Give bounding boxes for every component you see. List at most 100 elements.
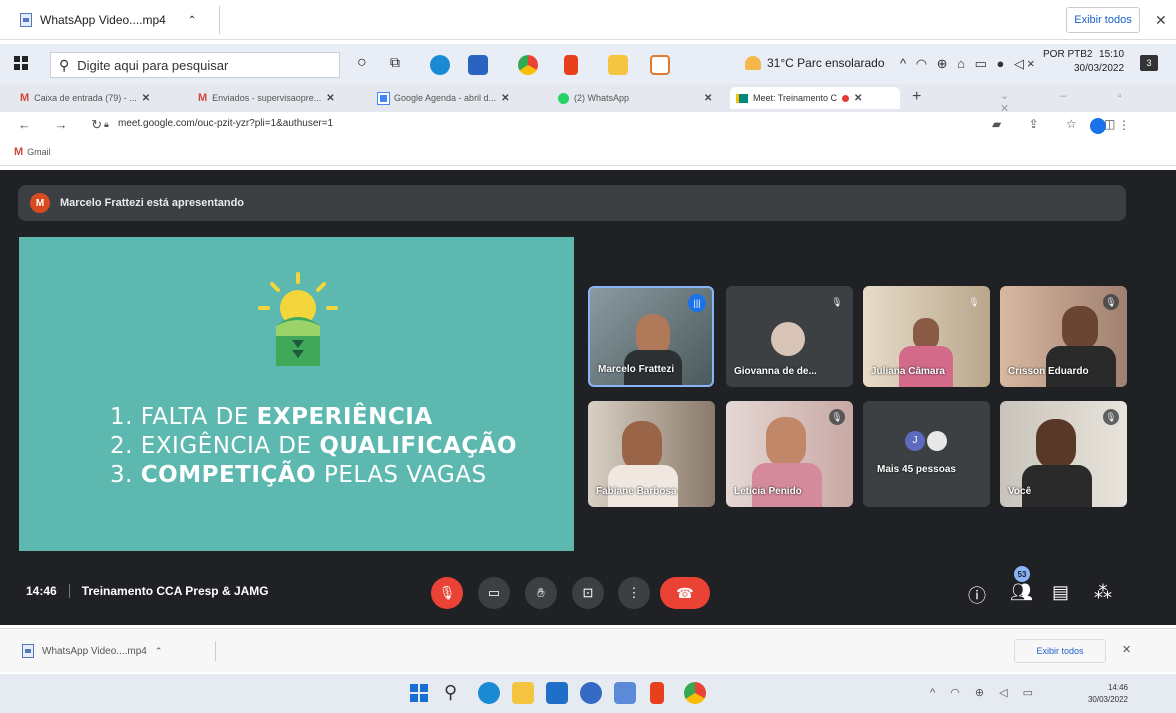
people-icon[interactable]: 👥︎ <box>1010 582 1033 603</box>
close-download-bar-button[interactable]: ✕ <box>1122 643 1131 656</box>
participant-avatar <box>927 431 947 451</box>
participant-tile[interactable]: 🎙︎ Leticia Penido <box>726 401 853 507</box>
bookmark-gmail[interactable]: M Gmail <box>14 146 51 158</box>
download-item[interactable]: WhatsApp Video....mp4 ⌃ <box>14 6 220 34</box>
weather-widget[interactable]: 31°C Parc ensolarado <box>745 56 885 70</box>
slide-item-1: 1. FALTA DE EXPERIÊNCIA <box>110 404 433 430</box>
profile-avatar[interactable] <box>1090 118 1106 134</box>
weather-icon <box>745 56 761 70</box>
chevron-up-icon[interactable]: ⌃ <box>155 646 163 657</box>
windows-start-icon[interactable] <box>14 56 28 70</box>
participant-name: Juliana Câmara <box>871 366 945 377</box>
gmail-icon: M <box>198 92 208 104</box>
phone-hangup-icon: ☎︎ <box>676 584 694 601</box>
menu-icon[interactable]: ⋮ <box>1118 118 1130 132</box>
raise-hand-button[interactable]: ✋︎ <box>525 577 557 609</box>
participant-name: Crisson Eduardo <box>1008 366 1089 377</box>
close-download-bar-button[interactable]: ✕ <box>1155 12 1167 29</box>
bookmarks-bar <box>0 142 1176 166</box>
slide-list: 1. FALTA DE EXPERIÊNCIA 2. EXIGÊNCIA DE … <box>110 403 517 490</box>
divider <box>68 584 70 598</box>
tab-whatsapp[interactable]: (2) WhatsApp ✕ <box>552 87 722 109</box>
tab-google-calendar[interactable]: Google Agenda - abril d... ✕ <box>372 87 544 109</box>
cortana-icon[interactable]: ○ <box>357 54 367 72</box>
participant-name: Você <box>1008 486 1032 497</box>
office-icon[interactable] <box>564 55 578 75</box>
meeting-details-icon[interactable]: ⓘ <box>968 582 986 608</box>
clock-date: 30/03/2022 <box>1074 63 1125 74</box>
chat-icon[interactable]: ▤ <box>1052 582 1069 603</box>
tab-gmail-inbox[interactable]: M Caixa de entrada (79) - ... ✕ <box>14 87 184 109</box>
clock-time: 15:10 <box>1099 49 1125 60</box>
participant-name: Marcelo Frattezi <box>598 364 675 375</box>
tab-label: Caixa de entrada (79) - ... <box>34 93 137 103</box>
participant-name: Leticia Penido <box>734 486 802 497</box>
slide-item-2: 2. EXIGÊNCIA DE QUALIFICAÇÃO <box>110 433 518 459</box>
task-view-icon[interactable]: ⧉ <box>390 54 400 71</box>
search-icon[interactable]: ⚲ <box>444 682 457 703</box>
file-explorer-icon[interactable] <box>608 55 628 75</box>
show-all-downloads-button[interactable]: Exibir todos <box>1066 7 1140 33</box>
tab-gmail-sent[interactable]: M Enviados - supervisaopre... ✕ <box>192 87 364 109</box>
tab-label: Google Agenda - abril d... <box>394 93 497 103</box>
more-participants-tile[interactable]: J Mais 45 pessoas <box>863 401 990 507</box>
participant-avatar: J <box>905 431 925 451</box>
leave-call-button[interactable]: ☎︎ <box>660 577 710 609</box>
tab-label: (2) WhatsApp <box>574 93 630 103</box>
lock-icon[interactable]: 🔒︎ <box>104 119 109 130</box>
store-icon[interactable] <box>468 55 488 75</box>
gmail-icon: M <box>20 92 30 104</box>
app-icon[interactable] <box>580 682 602 704</box>
tab-meet[interactable]: Meet: Treinamento C ✕ <box>730 87 900 109</box>
participant-video <box>766 417 806 467</box>
show-all-downloads-button[interactable]: Exibir todos <box>1014 639 1106 663</box>
more-participants-label: Mais 45 pessoas <box>877 464 956 475</box>
office-icon[interactable] <box>650 682 664 704</box>
camera-toggle-button[interactable]: ▭ <box>478 577 510 609</box>
meeting-name: Treinamento CCA Presp & JAMG <box>81 584 269 598</box>
participant-video <box>1036 419 1076 469</box>
participant-tile[interactable]: 🎙︎ Juliana Câmara <box>863 286 990 387</box>
nav-buttons[interactable]: ← → ↻ <box>18 117 112 133</box>
participant-tile[interactable]: 🎙︎ Crisson Eduardo <box>1000 286 1127 387</box>
present-button[interactable]: ⊡ <box>572 577 604 609</box>
chrome-icon[interactable] <box>684 682 706 704</box>
presenting-text: Marcelo Frattezi está apresentando <box>60 197 245 209</box>
new-tab-button[interactable]: + <box>912 88 921 106</box>
activities-icon[interactable]: ⁂ <box>1094 582 1112 603</box>
taskbar-clock-bottom[interactable]: 14:46 30/03/2022 <box>1078 682 1128 706</box>
edge-icon[interactable] <box>430 55 450 75</box>
tab-label: Enviados - supervisaopre... <box>212 93 322 103</box>
participant-tile[interactable]: ||| Marcelo Frattezi <box>588 286 714 387</box>
taskbar-search[interactable]: ⚲ Digite aqui para pesquisar <box>50 52 340 78</box>
participant-tile[interactable]: 🎙︎ Giovanna de de... <box>726 286 853 387</box>
edge-icon[interactable] <box>478 682 500 704</box>
more-options-button[interactable]: ⋮ <box>618 577 650 609</box>
meeting-time: 14:46 <box>26 584 57 598</box>
notification-icon[interactable]: 3 <box>1140 55 1158 71</box>
file-explorer-icon[interactable] <box>512 682 534 704</box>
chevron-up-icon[interactable]: ⌃ <box>188 15 196 26</box>
bookmark-label: Gmail <box>27 147 51 157</box>
store-icon[interactable] <box>614 682 636 704</box>
participant-tile[interactable]: Fabiane Barbosa <box>588 401 715 507</box>
taskbar-clock[interactable]: 15:10 30/03/2022 <box>1074 48 1124 76</box>
presenter-avatar: M <box>30 193 50 213</box>
browser-action-icons[interactable]: ▰ ⇪ ☆ ◫ <box>992 117 1127 131</box>
close-tab-icon[interactable]: ✕ <box>704 93 712 104</box>
url-text[interactable]: meet.google.com/ouc-pzit-yzr?pli=1&authu… <box>118 118 333 129</box>
close-tab-icon[interactable]: ✕ <box>501 93 509 104</box>
system-tray-bottom[interactable]: ^ ◠ ⊕ ◁ ▭ <box>930 686 1039 699</box>
windows-start-icon[interactable] <box>410 684 428 702</box>
chrome-icon[interactable] <box>518 55 538 75</box>
download-item-bottom[interactable]: WhatsApp Video....mp4 ⌃ <box>22 641 216 661</box>
media-player-icon[interactable] <box>650 55 670 75</box>
mail-icon[interactable] <box>546 682 568 704</box>
close-tab-icon[interactable]: ✕ <box>142 93 150 104</box>
close-tab-icon[interactable]: ✕ <box>326 93 334 104</box>
clock-time: 14:46 <box>1107 683 1128 692</box>
system-tray[interactable]: ^ ◠ ⊕ ⌂ ▭ ● ◁× <box>900 56 1038 72</box>
mic-toggle-button[interactable]: 🎙︎ <box>431 577 463 609</box>
close-tab-icon[interactable]: ✕ <box>854 93 862 104</box>
self-tile[interactable]: 🎙︎ Você <box>1000 401 1127 507</box>
